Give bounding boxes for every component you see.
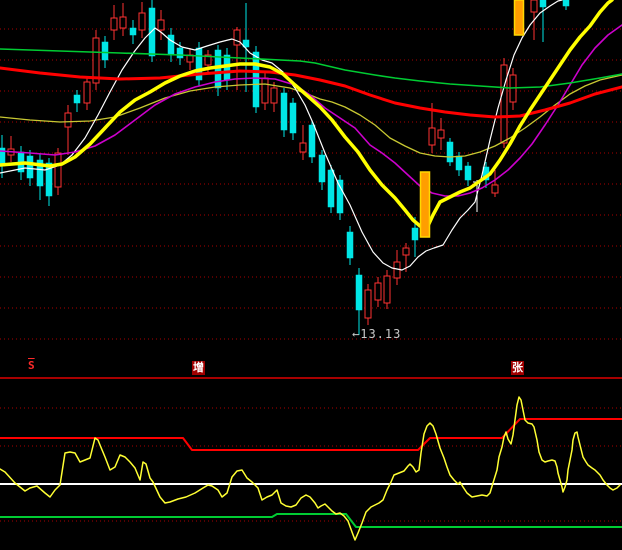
indicator-marker-s: S [27,359,36,373]
candle-body-down [168,35,174,55]
candle-body-down [540,0,546,7]
candle-body-up [158,20,164,30]
candle-body-up [429,128,435,145]
candle-body-up [403,248,409,255]
candle-body-down [149,8,155,56]
candle-body-up [262,78,268,103]
stock-chart-window: ←13.13 S 增 张 [0,0,622,550]
candle-body-down [130,28,136,35]
candle-body-up [65,113,71,127]
candle-body-down [102,42,108,60]
candle-body-down [253,52,259,107]
candle-body-down [337,180,343,213]
candle-body-down [27,156,33,178]
candle-body-up [111,18,117,30]
buy-signal-bar [421,172,430,237]
candle-body-up [384,276,390,303]
candle-body-up [139,13,145,30]
candle-body-up [438,130,444,138]
candle-body-down [281,93,287,130]
candle-body-up [375,283,381,300]
candle-body-up [84,82,90,103]
candle-body-down [465,166,471,180]
candle-body-up [501,65,507,143]
candle-body-up [55,153,61,187]
candle-body-down [319,155,325,182]
candle-body-up [234,30,240,45]
price-low-annotation: ←13.13 [352,327,401,341]
candle-body-up [271,88,277,103]
candlestick-chart-canvas[interactable] [0,0,622,550]
signal-badge-zeng: 增 [192,361,205,375]
candle-body-down [347,232,353,258]
candle-body-down [309,125,315,157]
candle-body-up [300,143,306,152]
candle-body-down [177,48,183,58]
buy-signal-bar [515,0,524,35]
candle-body-down [356,275,362,310]
candle-body-down [447,142,453,162]
candle-body-up [365,290,371,318]
candle-body-down [328,170,334,207]
candle-body-down [74,95,80,103]
candle-body-down [290,103,296,133]
candle-body-down [456,156,462,170]
candle-body-up [492,185,498,193]
signal-badge-zhang: 张 [511,361,524,375]
candle-body-up [531,0,537,12]
ma-white [0,0,562,270]
candle-body-down [412,228,418,240]
candle-body-down [563,0,569,6]
candle-body-up [120,17,126,28]
